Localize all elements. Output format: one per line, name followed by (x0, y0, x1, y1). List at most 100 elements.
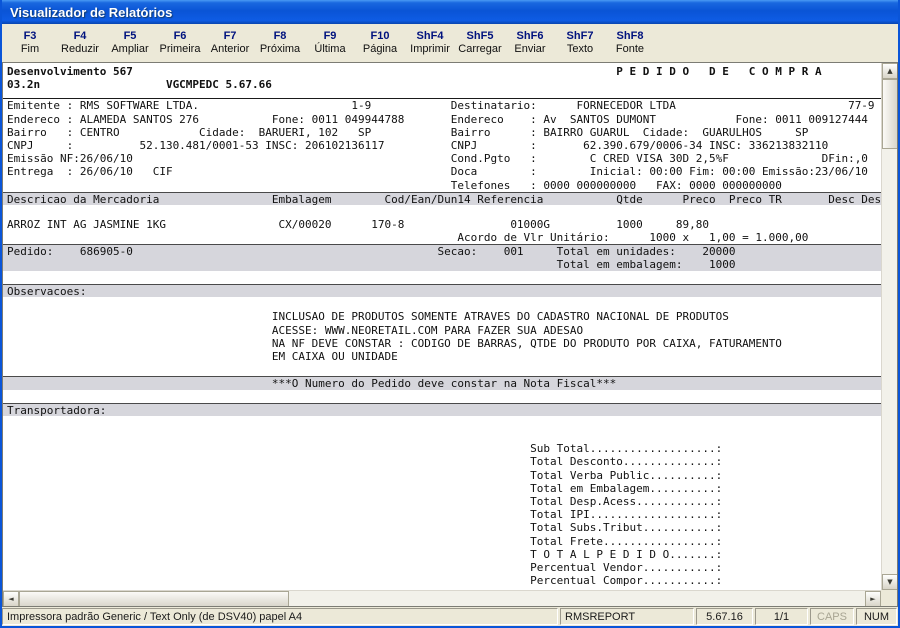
report-line: Descricao da Mercadoria Embalagem Cod/Ea… (3, 192, 881, 205)
toolbar-button-shf4[interactable]: ShF4Imprimir (405, 27, 455, 59)
toolbar-button-f5[interactable]: F5Ampliar (105, 27, 155, 59)
scroll-left-button[interactable]: ◄ (3, 591, 19, 607)
horizontal-scroll-thumb[interactable] (19, 591, 289, 607)
report-line: Entrega : 26/06/10 CIF Doca : Inicial: 0… (7, 165, 881, 178)
up-arrow-icon: ▲ (887, 68, 892, 75)
toolbar-button-key: ShF6 (505, 29, 555, 43)
report-line: Acordo de Vlr Unitário: 1000 x 1,00 = 1.… (7, 231, 881, 244)
toolbar-button-label: Última (305, 43, 355, 56)
report-line: Total Subs.Tribut...........: (7, 521, 881, 534)
toolbar-button-label: Reduzir (55, 43, 105, 56)
report-line: Observacoes: (3, 284, 881, 297)
toolbar-button-label: Anterior (205, 43, 255, 56)
toolbar-button-label: Texto (555, 43, 605, 56)
report-line (7, 390, 881, 403)
toolbar-button-label: Ampliar (105, 43, 155, 56)
toolbar-button-f10[interactable]: F10Página (355, 27, 405, 59)
report-line: Total em embalagem: 1000 (3, 258, 881, 271)
toolbar-button-shf5[interactable]: ShF5Carregar (455, 27, 505, 59)
report-line (7, 363, 881, 376)
report-line: 03.2n VGCMPEDC 5.67.66 (7, 78, 881, 91)
report-viewport[interactable]: Desenvolvimento 567 P E D I D O D E C O … (3, 63, 881, 590)
page-indicator: 1/1 (755, 608, 808, 625)
toolbar-button-key: F8 (255, 29, 305, 43)
report-line: Total Verba Public..........: (7, 469, 881, 482)
toolbar-button-f8[interactable]: F8Próxima (255, 27, 305, 59)
toolbar-button-f6[interactable]: F6Primeira (155, 27, 205, 59)
toolbar-button-key: ShF5 (455, 29, 505, 43)
report-line: Desenvolvimento 567 P E D I D O D E C O … (7, 65, 881, 78)
title-bar[interactable]: Visualizador de Relatórios (2, 0, 898, 24)
report-line: NA NF DEVE CONSTAR : CODIGO DE BARRAS, Q… (7, 337, 881, 350)
toolbar-button-f7[interactable]: F7Anterior (205, 27, 255, 59)
report-line: Total em Embalagem..........: (7, 482, 881, 495)
report-line: Endereco : ALAMEDA SANTOS 276 Fone: 0011… (7, 113, 881, 126)
toolbar-button-label: Carregar (455, 43, 505, 56)
report-line: EM CAIXA OU UNIDADE (7, 350, 881, 363)
toolbar-button-label: Imprimir (405, 43, 455, 56)
toolbar-button-key: F7 (205, 29, 255, 43)
version-indicator: 5.67.16 (696, 608, 753, 625)
report-line: Emitente : RMS SOFTWARE LTDA. 1-9 Destin… (7, 99, 881, 112)
toolbar-button-label: Primeira (155, 43, 205, 56)
report-divider (3, 91, 881, 99)
report-line: ACESSE: WWW.NEORETAIL.COM PARA FAZER SUA… (7, 324, 881, 337)
report-line: Telefones : 0000 000000000 FAX: 0000 000… (7, 179, 881, 192)
toolbar-button-label: Próxima (255, 43, 305, 56)
toolbar-button-f4[interactable]: F4Reduzir (55, 27, 105, 59)
report-line: ARROZ INT AG JASMINE 1KG CX/00020 170-8 … (7, 218, 881, 231)
toolbar-button-f3[interactable]: F3Fim (5, 27, 55, 59)
scroll-up-button[interactable]: ▲ (882, 63, 898, 79)
report-area: Desenvolvimento 567 P E D I D O D E C O … (2, 62, 898, 607)
report-line: Percentual Compor...........: (7, 574, 881, 587)
scrollbar-corner (881, 590, 897, 606)
toolbar-button-key: ShF8 (605, 29, 655, 43)
printer-status: Impressora padrão Generic / Text Only (d… (2, 608, 558, 625)
horizontal-scrollbar[interactable]: ◄ ► (3, 590, 881, 606)
report-line: CNPJ : 52.130.481/0001-53 INSC: 20610213… (7, 139, 881, 152)
status-bar: Impressora padrão Generic / Text Only (d… (2, 607, 898, 626)
report-line: T O T A L P E D I D O.......: (7, 548, 881, 561)
report-line: Transportadora: (3, 403, 881, 416)
report-line: ***O Numero do Pedido deve constar na No… (3, 376, 881, 389)
report-line (7, 297, 881, 310)
toolbar-button-f9[interactable]: F9Última (305, 27, 355, 59)
vertical-scroll-thumb[interactable] (882, 79, 898, 149)
window-title: Visualizador de Relatórios (10, 5, 172, 20)
num-indicator: NUM (856, 608, 897, 625)
toolbar-button-key: F4 (55, 29, 105, 43)
toolbar-button-label: Enviar (505, 43, 555, 56)
toolbar-button-key: ShF7 (555, 29, 605, 43)
down-arrow-icon: ▼ (887, 579, 892, 586)
toolbar-button-key: F6 (155, 29, 205, 43)
toolbar-button-key: F3 (5, 29, 55, 43)
toolbar-button-shf8[interactable]: ShF8Fonte (605, 27, 655, 59)
scroll-right-button[interactable]: ► (865, 591, 881, 607)
report-line (7, 416, 881, 429)
report-line: Sub Total...................: (7, 442, 881, 455)
report-viewer-window: Visualizador de Relatórios F3FimF4Reduzi… (0, 0, 900, 628)
report-name: RMSREPORT (560, 608, 694, 625)
toolbar-button-key: F10 (355, 29, 405, 43)
report-line: Emissão NF:26/06/10 Cond.Pgto : C CRED V… (7, 152, 881, 165)
scroll-down-button[interactable]: ▼ (882, 574, 898, 590)
toolbar-button-label: Fim (5, 43, 55, 56)
report-line: Total IPI...................: (7, 508, 881, 521)
toolbar-button-label: Fonte (605, 43, 655, 56)
report-line: Total Desp.Acess............: (7, 495, 881, 508)
vertical-scrollbar[interactable]: ▲ ▼ (881, 63, 897, 590)
toolbar-button-key: F9 (305, 29, 355, 43)
report-line: Pedido: 686905-0 Secao: 001 Total em uni… (3, 244, 881, 257)
report-line: Total Frete.................: (7, 535, 881, 548)
report-line (7, 271, 881, 284)
right-arrow-icon: ► (870, 596, 875, 603)
report-line (7, 429, 881, 442)
toolbar-button-key: F5 (105, 29, 155, 43)
report-line: Total Desconto..............: (7, 455, 881, 468)
report-line (7, 205, 881, 218)
toolbar-button-shf7[interactable]: ShF7Texto (555, 27, 605, 59)
report-line: INCLUSAO DE PRODUTOS SOMENTE ATRAVES DO … (7, 310, 881, 323)
toolbar: F3FimF4ReduzirF5AmpliarF6PrimeiraF7Anter… (2, 24, 898, 62)
toolbar-button-shf6[interactable]: ShF6Enviar (505, 27, 555, 59)
left-arrow-icon: ◄ (8, 596, 13, 603)
